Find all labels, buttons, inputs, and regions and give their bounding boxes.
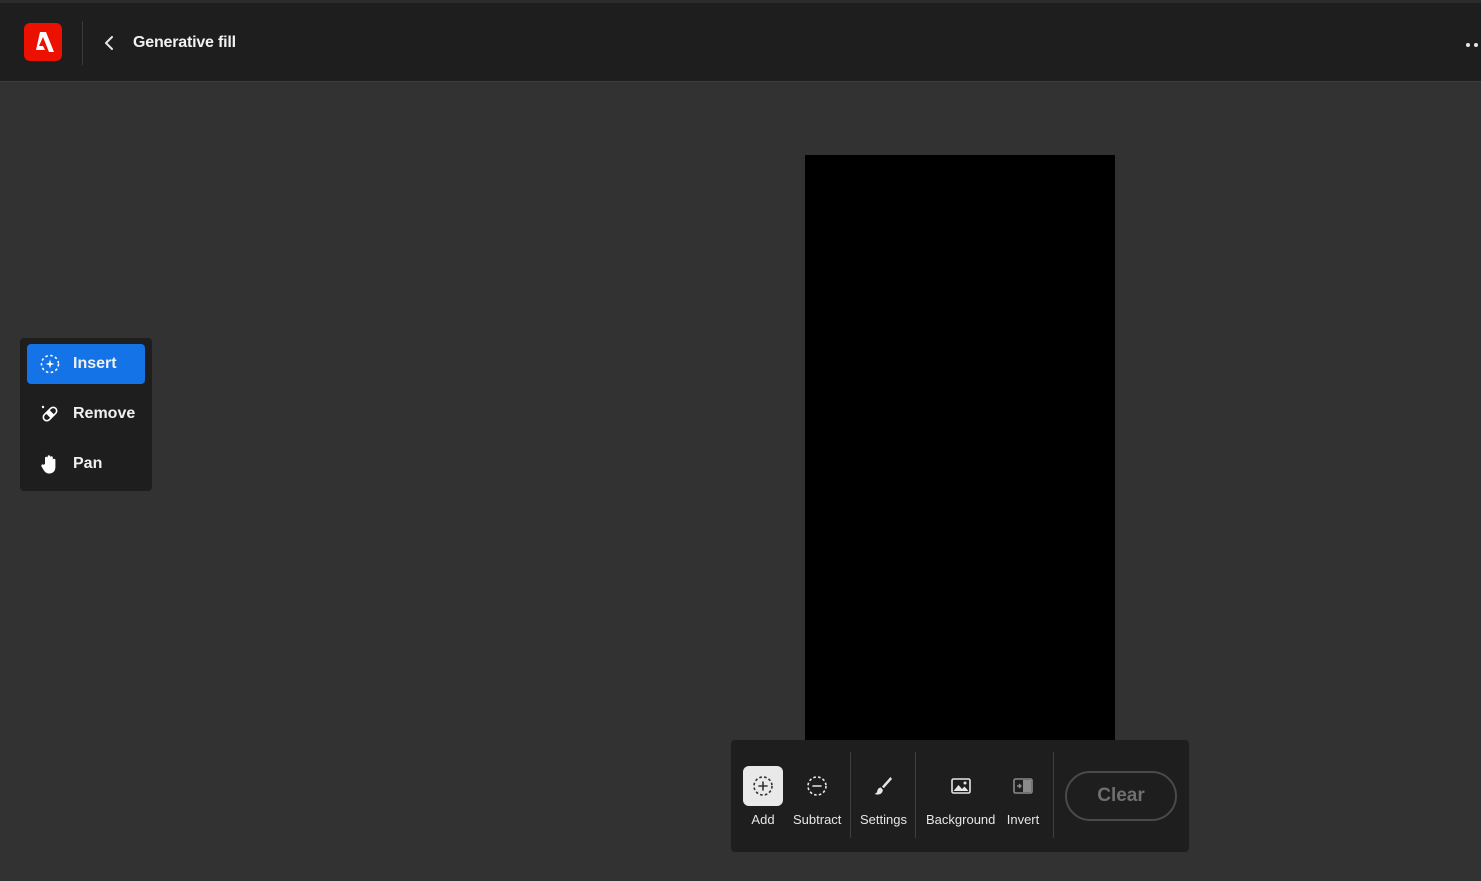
image-canvas[interactable]: [805, 155, 1115, 740]
settings-label: Settings: [860, 812, 907, 827]
tool-insert[interactable]: Insert: [27, 344, 145, 384]
invert-icon: [1013, 778, 1033, 794]
tool-insert-label: Insert: [73, 355, 117, 372]
hand-icon: [41, 455, 56, 474]
back-button[interactable]: [98, 31, 120, 55]
app-window: Generative fill Insert Remove Pan Add Su…: [0, 0, 1481, 881]
chevron-left-icon: [105, 36, 113, 50]
invert-button[interactable]: Invert: [1003, 766, 1043, 827]
selection-toolbar: Add Subtract Settings Background Invert …: [731, 740, 1189, 852]
invert-label: Invert: [1006, 812, 1040, 827]
tools-panel: Insert Remove Pan: [20, 338, 152, 491]
add-selection-icon: [753, 776, 773, 796]
add-label: Add: [751, 812, 775, 827]
tool-remove[interactable]: Remove: [27, 394, 145, 434]
sparkle-circle-icon: [40, 354, 60, 374]
toolbar-divider: [1053, 752, 1054, 838]
settings-button[interactable]: Settings: [860, 766, 907, 827]
tool-pan[interactable]: Pan: [27, 444, 145, 484]
more-icon: [1466, 43, 1470, 47]
image-icon: [950, 778, 971, 794]
subtract-selection-icon: [807, 776, 828, 796]
background-button[interactable]: Background: [926, 766, 995, 827]
brush-icon: [874, 777, 893, 795]
page-title: Generative fill: [133, 34, 236, 51]
tool-pan-label: Pan: [73, 455, 103, 472]
header-bar: Generative fill: [0, 0, 1481, 82]
more-button[interactable]: [1466, 37, 1481, 53]
bandage-icon: [41, 405, 58, 422]
toolbar-divider: [850, 752, 851, 838]
add-button[interactable]: Add: [743, 766, 783, 827]
subtract-button[interactable]: Subtract: [793, 766, 841, 827]
toolbar-divider: [915, 752, 916, 838]
subtract-label: Subtract: [793, 812, 842, 827]
tool-remove-label: Remove: [73, 405, 136, 422]
clear-button[interactable]: Clear: [1065, 771, 1177, 821]
adobe-logo-icon[interactable]: [24, 23, 62, 61]
background-label: Background: [926, 812, 996, 827]
header-divider: [82, 21, 83, 65]
